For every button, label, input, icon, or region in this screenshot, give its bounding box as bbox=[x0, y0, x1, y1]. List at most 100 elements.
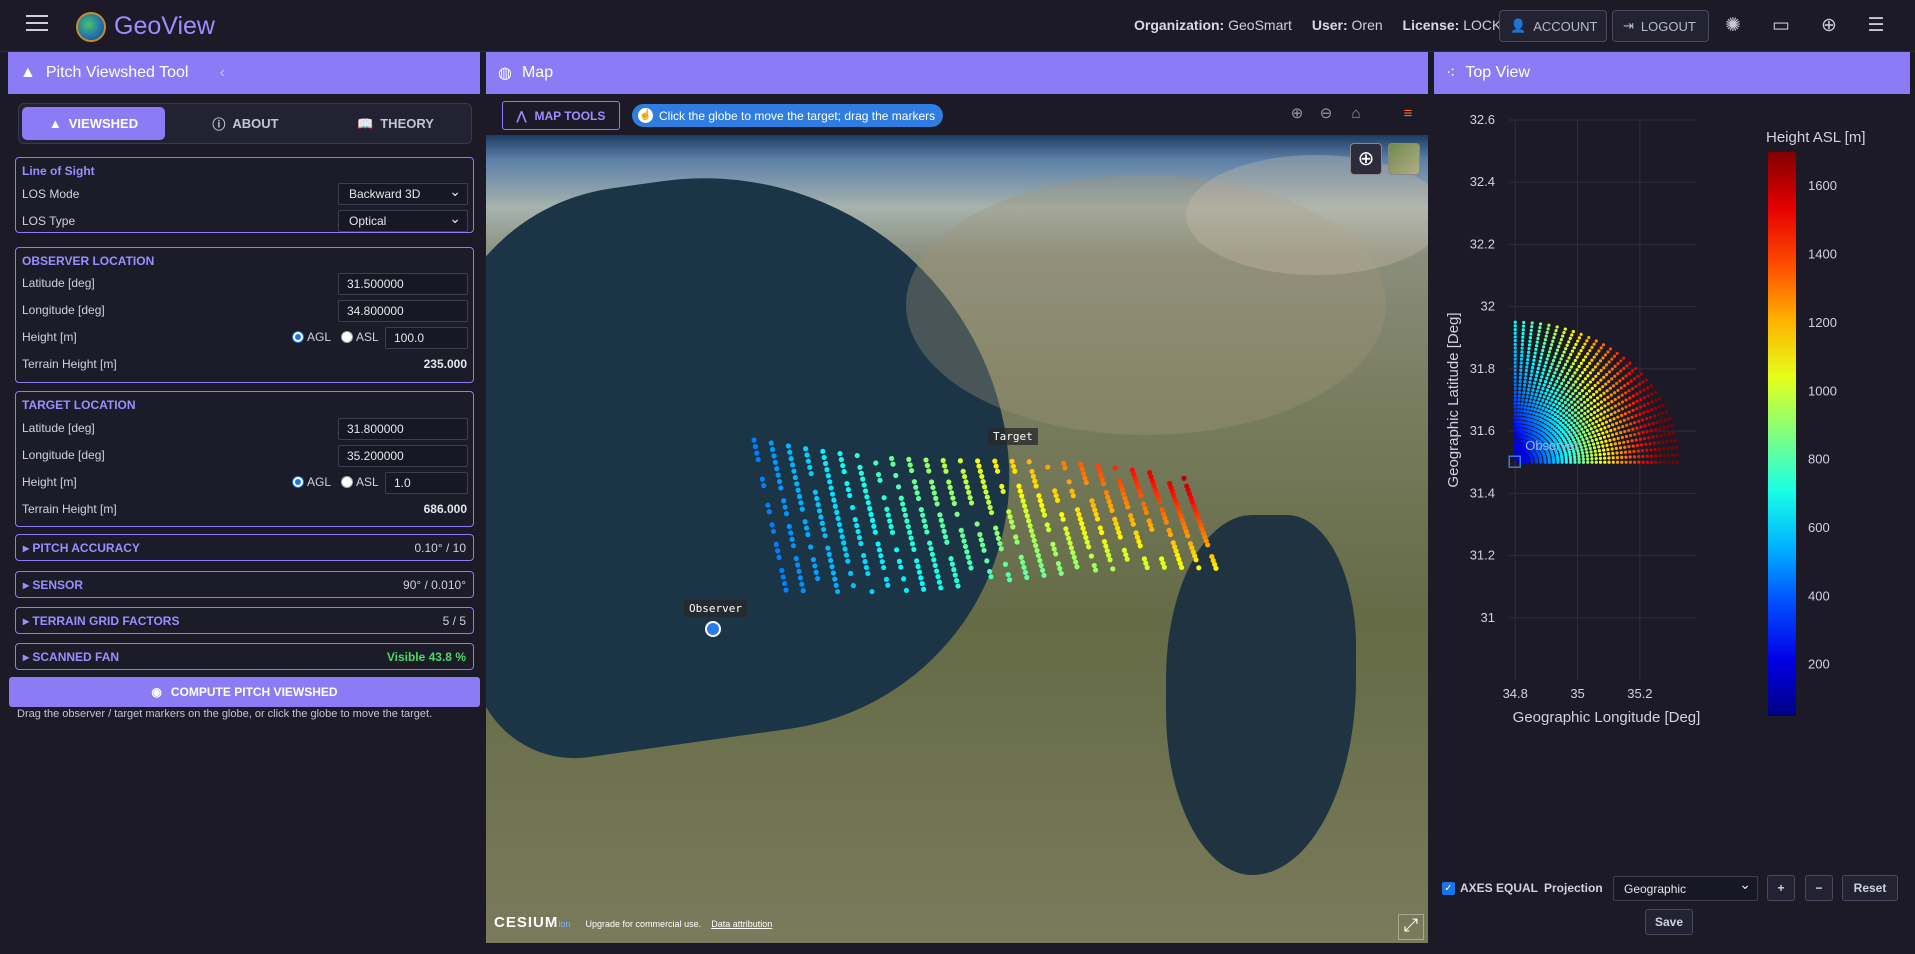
viewshed-dot bbox=[908, 535, 913, 540]
fan-point bbox=[1564, 421, 1567, 424]
fan-point bbox=[1599, 461, 1602, 464]
fan-point bbox=[1543, 395, 1546, 398]
observer-marker[interactable] bbox=[705, 621, 721, 637]
section-label: SENSOR bbox=[32, 578, 83, 592]
viewshed-dot bbox=[825, 545, 830, 550]
viewshed-dot bbox=[958, 458, 963, 463]
fan-point bbox=[1552, 395, 1555, 398]
viewshed-dot bbox=[1010, 524, 1015, 529]
target-lon-input[interactable]: 35.200000 bbox=[338, 445, 468, 467]
logout-button[interactable]: ⇥ LOGOUT bbox=[1612, 10, 1709, 42]
monitor-icon[interactable]: ▭ bbox=[1770, 15, 1792, 37]
fan-point bbox=[1561, 404, 1564, 407]
target-lat-input[interactable]: 31.800000 bbox=[338, 418, 468, 440]
observer-agl-radio[interactable]: AGL bbox=[292, 330, 331, 344]
fan-point bbox=[1556, 397, 1559, 400]
viewshed-dot bbox=[925, 463, 930, 468]
layers-icon[interactable]: ≡ bbox=[1398, 104, 1418, 124]
fan-point bbox=[1646, 386, 1649, 389]
fan-point bbox=[1621, 425, 1624, 428]
map-tools-button[interactable]: ⋀ MAP TOOLS bbox=[502, 101, 620, 130]
zoom-out-icon[interactable]: ⊖ bbox=[1316, 104, 1336, 124]
fan-point bbox=[1600, 346, 1603, 349]
observer-lon-input[interactable]: 34.800000 bbox=[338, 300, 468, 322]
target-agl-radio[interactable]: AGL bbox=[292, 475, 331, 489]
viewshed-dot bbox=[923, 524, 928, 529]
fan-point bbox=[1603, 404, 1606, 407]
viewshed-dot bbox=[861, 553, 866, 558]
fan-point bbox=[1565, 411, 1568, 414]
fan-point bbox=[1650, 408, 1653, 411]
fan-point bbox=[1645, 430, 1648, 433]
fan-point bbox=[1559, 357, 1562, 360]
viewshed-dot bbox=[770, 447, 775, 452]
viewshed-dot bbox=[821, 527, 826, 532]
fan-point bbox=[1614, 398, 1617, 401]
tab-viewshed[interactable]: ▲ VIEWSHED bbox=[22, 107, 165, 140]
sparkle-icon[interactable]: ✺ bbox=[1722, 15, 1744, 37]
fan-point bbox=[1545, 408, 1548, 411]
fan-point bbox=[1514, 376, 1517, 379]
topview-plot[interactable]: 31 31.2 31.4 31.6 31.8 32 32.2 32.4 32.6 34.8 35 35… bbox=[1434, 100, 1910, 870]
tab-about[interactable]: ⓘ ABOUT bbox=[174, 107, 317, 140]
radio-label: AGL bbox=[307, 475, 331, 489]
globe-mode-button[interactable]: ⊕ bbox=[1350, 143, 1382, 175]
viewshed-dot bbox=[1011, 464, 1016, 469]
collapse-icon[interactable]: ‹ bbox=[220, 64, 225, 82]
home-icon[interactable]: ⌂ bbox=[1346, 104, 1366, 124]
cesium-globe[interactable]: Target Observer bbox=[486, 135, 1428, 943]
menu-icon[interactable] bbox=[26, 15, 48, 33]
fan-point bbox=[1631, 369, 1634, 372]
fullscreen-icon[interactable]: ⤢ bbox=[1398, 914, 1424, 940]
viewshed-dot bbox=[788, 530, 793, 535]
chat-icon[interactable]: ☰ bbox=[1865, 15, 1887, 37]
data-attribution-link[interactable]: Data attribution bbox=[711, 919, 772, 929]
reset-button[interactable]: Reset bbox=[1842, 875, 1898, 901]
imagery-picker-button[interactable] bbox=[1388, 143, 1420, 175]
fan-point bbox=[1581, 389, 1584, 392]
zoom-plus-button[interactable]: + bbox=[1767, 875, 1795, 901]
fan-point bbox=[1616, 362, 1619, 365]
fan-point bbox=[1621, 407, 1624, 410]
fan-point bbox=[1623, 419, 1626, 422]
observer-asl-radio[interactable]: ASL bbox=[341, 330, 379, 344]
projection-select[interactable]: Geographic bbox=[1613, 876, 1758, 901]
scanned-fan-section[interactable]: ▸ SCANNED FAN Visible 43.8 % bbox=[15, 643, 474, 670]
observer-lat-input[interactable]: 31.500000 bbox=[338, 273, 468, 295]
los-mode-select[interactable]: Backward 3D bbox=[338, 183, 468, 205]
viewshed-dot bbox=[1080, 526, 1085, 531]
zoom-in-icon[interactable]: ⊕ bbox=[1287, 104, 1307, 124]
viewshed-dot bbox=[828, 558, 833, 563]
los-type-select[interactable]: Optical bbox=[338, 210, 468, 232]
viewshed-dot bbox=[1067, 479, 1072, 484]
fan-point bbox=[1584, 426, 1587, 429]
fan-point bbox=[1595, 457, 1598, 460]
pitch-accuracy-section[interactable]: ▸ PITCH ACCURACY 0.10° / 10 bbox=[15, 534, 474, 561]
sensor-section[interactable]: ▸ SENSOR 90° / 0.010° bbox=[15, 571, 474, 598]
viewshed-dot bbox=[1021, 498, 1026, 503]
compute-button[interactable]: ◉ COMPUTE PITCH VIEWSHED bbox=[9, 677, 480, 707]
observer-height-input[interactable]: 100.0 bbox=[385, 327, 468, 349]
fan-point bbox=[1567, 403, 1570, 406]
fan-point bbox=[1526, 461, 1529, 464]
target-asl-radio[interactable]: ASL bbox=[341, 475, 379, 489]
fan-point bbox=[1577, 455, 1580, 458]
map-hint-text: Click the globe to move the target; drag… bbox=[659, 109, 935, 123]
account-button[interactable]: 👤 ACCOUNT bbox=[1499, 10, 1607, 42]
zoom-minus-button[interactable]: − bbox=[1805, 875, 1833, 901]
fan-point bbox=[1531, 389, 1534, 392]
target-height-input[interactable]: 1.0 bbox=[385, 472, 468, 494]
globe-icon[interactable]: ⊕ bbox=[1818, 15, 1840, 37]
fan-point bbox=[1597, 433, 1600, 436]
axes-equal-checkbox[interactable]: ✓ bbox=[1442, 882, 1455, 895]
fan-point bbox=[1639, 438, 1642, 441]
fan-point bbox=[1607, 461, 1610, 464]
tab-theory[interactable]: 📖 THEORY bbox=[324, 107, 467, 140]
save-button[interactable]: Save bbox=[1645, 909, 1693, 935]
fan-point bbox=[1604, 382, 1607, 385]
viewshed-dot bbox=[1033, 543, 1038, 548]
fan-point bbox=[1578, 425, 1581, 428]
terrain-grid-section[interactable]: ▸ TERRAIN GRID FACTORS 5 / 5 bbox=[15, 607, 474, 634]
fan-point bbox=[1574, 403, 1577, 406]
fan-point bbox=[1530, 329, 1533, 332]
